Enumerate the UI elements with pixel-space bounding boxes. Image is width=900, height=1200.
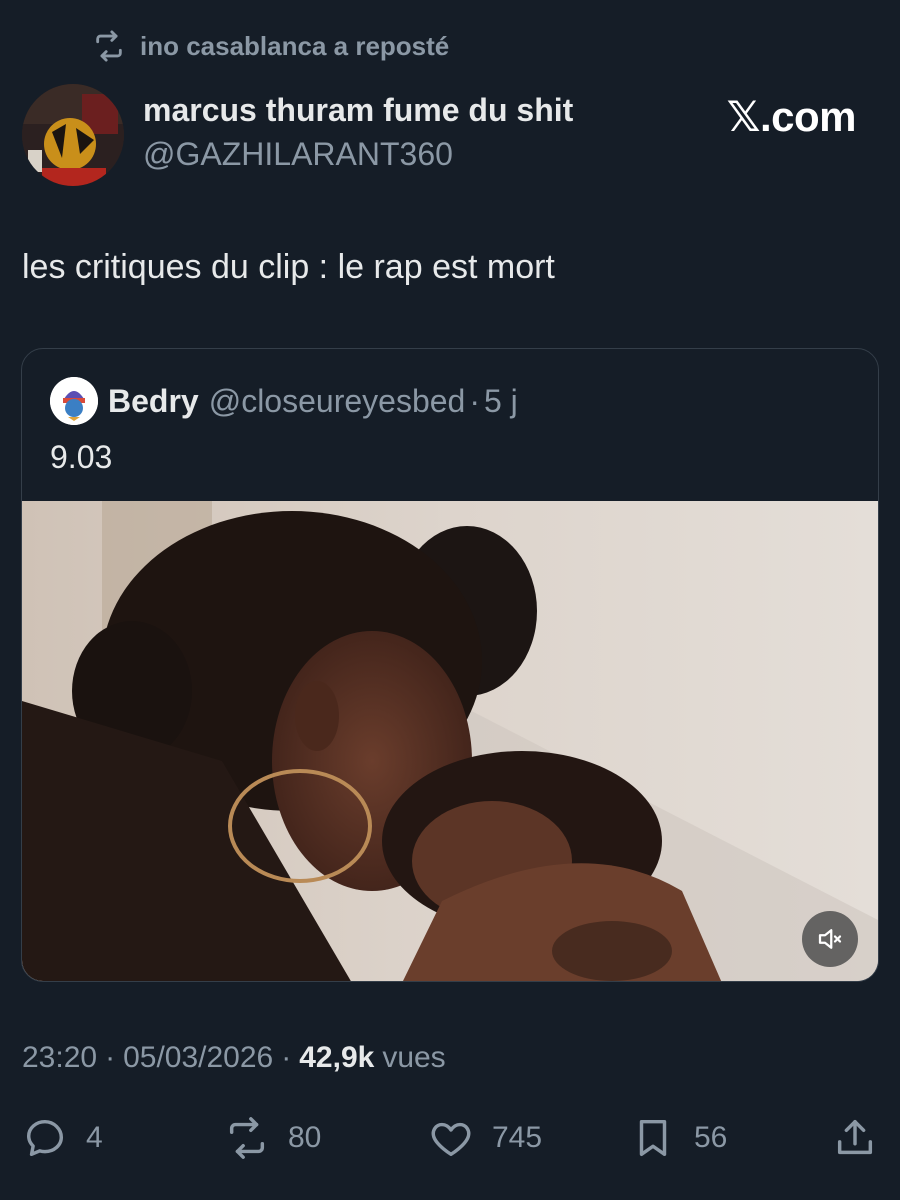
author-display-name[interactable]: marcus thuram fume du shit: [143, 92, 573, 136]
repost-count: 80: [288, 1121, 322, 1154]
volume-muted-icon: [818, 929, 842, 949]
reply-button[interactable]: 4: [22, 1110, 103, 1166]
repost-icon: [229, 1117, 265, 1159]
mute-button[interactable]: [802, 911, 858, 967]
brand-watermark: 𝕏.com: [726, 93, 857, 140]
bookmark-count: 56: [694, 1121, 728, 1154]
like-button[interactable]: 745: [428, 1110, 542, 1166]
repost-text: ino casablanca a reposté: [140, 30, 450, 61]
post-time[interactable]: 23:20: [22, 1041, 97, 1075]
post-text: les critiques du clip : le rap est mort: [22, 248, 555, 286]
quoted-author-handle[interactable]: @closeureyesbed: [209, 383, 466, 420]
reply-count: 4: [86, 1121, 103, 1154]
quoted-author-avatar[interactable]: [50, 377, 98, 425]
quoted-post-text: 9.03: [50, 439, 113, 475]
quoted-post-age[interactable]: 5 j: [484, 383, 518, 420]
post-metadata: 23:20 · 05/03/2026 · 42,9k vues: [22, 1036, 446, 1080]
action-bar: 4 80 745 56: [0, 1110, 900, 1166]
bookmark-button[interactable]: 56: [630, 1110, 727, 1166]
repost-button[interactable]: 80: [224, 1110, 321, 1166]
meta-separator: ·: [105, 1041, 116, 1074]
post-date[interactable]: 05/03/2026: [123, 1041, 273, 1075]
quoted-author-name[interactable]: Bedry: [108, 383, 199, 420]
bookmark-icon: [639, 1119, 667, 1157]
views-count[interactable]: 42,9k: [299, 1041, 374, 1075]
video-frame: [22, 501, 878, 981]
repost-icon: [96, 30, 122, 62]
heart-icon: [431, 1122, 471, 1157]
quoted-separator: ·: [469, 382, 480, 419]
views-label: vues: [382, 1041, 446, 1074]
repost-context[interactable]: ino casablanca a reposté: [92, 28, 449, 64]
quoted-post-header: Bedry @closeureyesbed · 5 j: [50, 377, 518, 425]
meta-separator: ·: [281, 1041, 292, 1074]
reply-icon: [26, 1119, 64, 1157]
quoted-video[interactable]: [22, 501, 878, 981]
quoted-post-card[interactable]: Bedry @closeureyesbed · 5 j 9.03: [21, 348, 879, 982]
author-handle[interactable]: @GAZHILARANT360: [143, 136, 453, 176]
post-screen: ino casablanca a reposté marcus thuram f…: [0, 0, 900, 1200]
share-icon: [837, 1119, 873, 1155]
share-button[interactable]: [832, 1110, 878, 1166]
like-count: 745: [492, 1121, 543, 1154]
author-avatar[interactable]: [22, 84, 124, 186]
